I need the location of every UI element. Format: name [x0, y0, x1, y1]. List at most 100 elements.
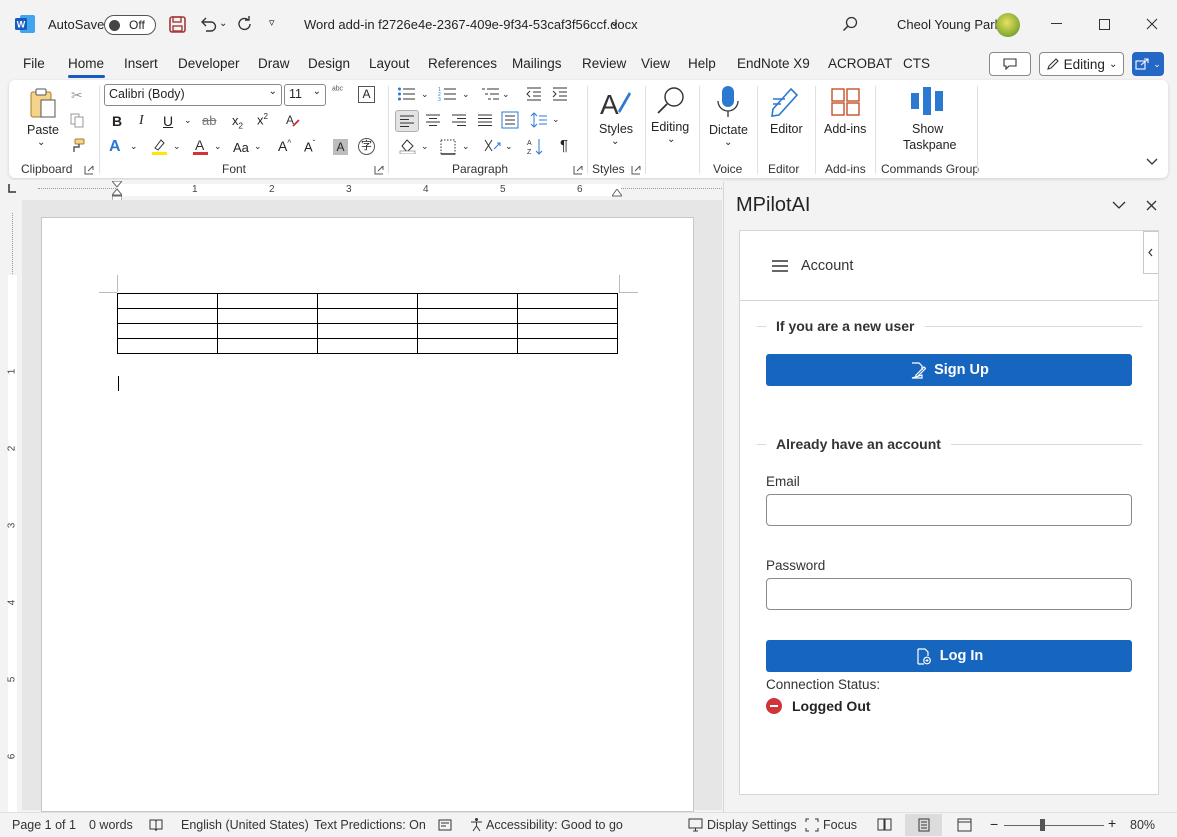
asian-layout-dropdown-icon[interactable]: ⌄	[505, 141, 513, 152]
editor-label[interactable]: Editor	[770, 122, 803, 136]
pane-close-icon[interactable]	[1146, 200, 1157, 211]
save-icon[interactable]	[169, 16, 186, 33]
accessibility-icon[interactable]	[469, 817, 484, 832]
collapse-ribbon-icon[interactable]	[1146, 158, 1158, 166]
tab-selector-icon[interactable]	[8, 184, 16, 193]
clear-formatting-icon[interactable]: A	[358, 86, 375, 103]
tab-file[interactable]: File	[23, 56, 45, 71]
email-field[interactable]	[766, 494, 1132, 526]
multilevel-list-icon[interactable]	[481, 86, 501, 102]
tab-mailings[interactable]: Mailings	[512, 56, 562, 71]
accessibility-status[interactable]: Accessibility: Good to go	[486, 818, 623, 832]
distributed-icon[interactable]	[501, 111, 519, 129]
superscript-icon[interactable]: x2	[257, 112, 268, 127]
display-settings-icon[interactable]	[688, 818, 703, 832]
paragraph-dialog-launcher-icon[interactable]	[573, 165, 583, 175]
customize-toolbar-icon[interactable]: ▿	[269, 16, 275, 29]
font-name-select[interactable]: Calibri (Body) ⌄	[104, 84, 282, 106]
focus-mode[interactable]: Focus	[823, 818, 857, 832]
zoom-level[interactable]: 80%	[1130, 818, 1155, 832]
line-spacing-icon[interactable]	[530, 111, 548, 129]
undo-icon[interactable]	[199, 16, 217, 32]
bullets-dropdown-icon[interactable]: ⌄	[421, 89, 429, 100]
page-count[interactable]: Page 1 of 1	[12, 818, 76, 832]
editing-label[interactable]: Editing	[651, 120, 689, 134]
tab-help[interactable]: Help	[688, 56, 716, 71]
tab-layout[interactable]: Layout	[369, 56, 410, 71]
align-right-icon[interactable]	[450, 112, 468, 128]
share-button[interactable]: ⌄	[1132, 52, 1164, 76]
borders-icon[interactable]	[440, 139, 456, 155]
styles-dialog-launcher-icon[interactable]	[631, 165, 641, 175]
microphone-icon[interactable]	[716, 85, 740, 119]
paste-icon[interactable]	[28, 87, 58, 119]
web-layout-icon[interactable]	[957, 818, 972, 832]
dictate-dropdown-icon[interactable]: ⌄	[724, 137, 732, 148]
addins-label[interactable]: Add-ins	[824, 122, 866, 136]
subscript-icon[interactable]: x2	[232, 113, 243, 131]
language[interactable]: English (United States)	[181, 818, 309, 832]
change-case-dropdown-icon[interactable]: ⌄	[254, 141, 262, 152]
styles-dropdown-icon[interactable]: ⌄	[611, 136, 619, 147]
focus-icon[interactable]	[805, 818, 819, 832]
print-layout-icon[interactable]	[905, 814, 942, 836]
underline-icon[interactable]: U	[163, 113, 173, 129]
grow-font-icon[interactable]: A^	[278, 138, 291, 154]
password-field[interactable]	[766, 578, 1132, 610]
show-taskpane-icon[interactable]	[911, 87, 943, 115]
tab-home[interactable]: Home	[68, 56, 104, 71]
increase-indent-icon[interactable]	[552, 86, 568, 101]
paste-label[interactable]: Paste	[27, 123, 59, 137]
search-icon[interactable]	[842, 16, 858, 32]
format-painter-icon[interactable]	[69, 138, 85, 153]
highlight-text-effects-icon[interactable]: A	[284, 112, 300, 128]
minimize-button[interactable]	[1033, 0, 1079, 48]
tab-endnote[interactable]: EndNote X9	[737, 56, 810, 71]
cut-icon[interactable]: ✂	[71, 87, 83, 104]
tab-insert[interactable]: Insert	[124, 56, 158, 71]
numbering-dropdown-icon[interactable]: ⌄	[462, 89, 470, 100]
close-window-button[interactable]	[1129, 0, 1175, 48]
font-color-icon[interactable]: A	[192, 137, 209, 156]
character-shading-icon[interactable]: A	[333, 139, 348, 155]
account-menu-label[interactable]: Account	[801, 258, 853, 274]
text-effects-icon[interactable]: A	[109, 138, 121, 156]
addins-icon[interactable]	[831, 88, 861, 116]
dictate-label[interactable]: Dictate	[709, 123, 748, 137]
decrease-indent-icon[interactable]	[526, 86, 542, 101]
justify-icon[interactable]	[476, 112, 494, 128]
sidebar-expand-tab[interactable]	[1143, 231, 1158, 274]
strikethrough-icon[interactable]: ab	[202, 113, 216, 128]
document-title[interactable]: Word add-in f2726e4e-2367-409e-9f34-53ca…	[304, 17, 638, 32]
zoom-in-icon[interactable]: +	[1108, 815, 1116, 831]
tab-references[interactable]: References	[428, 56, 497, 71]
borders-dropdown-icon[interactable]: ⌄	[462, 141, 470, 152]
title-dropdown-icon[interactable]: ⌄	[609, 14, 620, 30]
copy-icon[interactable]	[70, 113, 84, 128]
styles-icon[interactable]: A	[598, 86, 632, 120]
line-spacing-dropdown-icon[interactable]: ⌄	[552, 114, 560, 125]
tab-view[interactable]: View	[641, 56, 670, 71]
avatar[interactable]	[996, 13, 1020, 37]
font-dialog-launcher-icon[interactable]	[374, 165, 384, 175]
show-taskpane-label-2[interactable]: Taskpane	[903, 138, 957, 152]
proofing-icon[interactable]	[149, 818, 163, 832]
shading-dropdown-icon[interactable]: ⌄	[421, 141, 429, 152]
sort-icon[interactable]: AZ	[527, 137, 545, 156]
editing-search-icon[interactable]	[655, 85, 687, 117]
underline-dropdown-icon[interactable]: ⌄	[184, 115, 192, 126]
hamburger-menu-icon[interactable]	[771, 259, 789, 273]
zoom-out-icon[interactable]: −	[990, 816, 998, 832]
editing-dropdown-icon[interactable]: ⌄	[667, 134, 675, 145]
numbering-icon[interactable]: 123	[438, 86, 458, 102]
editing-mode-button[interactable]: Editing ⌄	[1039, 52, 1124, 76]
tab-draw[interactable]: Draw	[258, 56, 290, 71]
log-in-button[interactable]: Log In	[766, 640, 1132, 672]
macro-icon[interactable]	[438, 818, 452, 832]
zoom-slider[interactable]	[1004, 825, 1104, 826]
highlight-dropdown-icon[interactable]: ⌄	[173, 141, 181, 152]
paste-dropdown-icon[interactable]: ⌄	[37, 137, 45, 148]
text-effects-dropdown-icon[interactable]: ⌄	[130, 141, 138, 152]
comments-button[interactable]	[989, 52, 1031, 76]
italic-icon[interactable]: I	[139, 113, 144, 129]
